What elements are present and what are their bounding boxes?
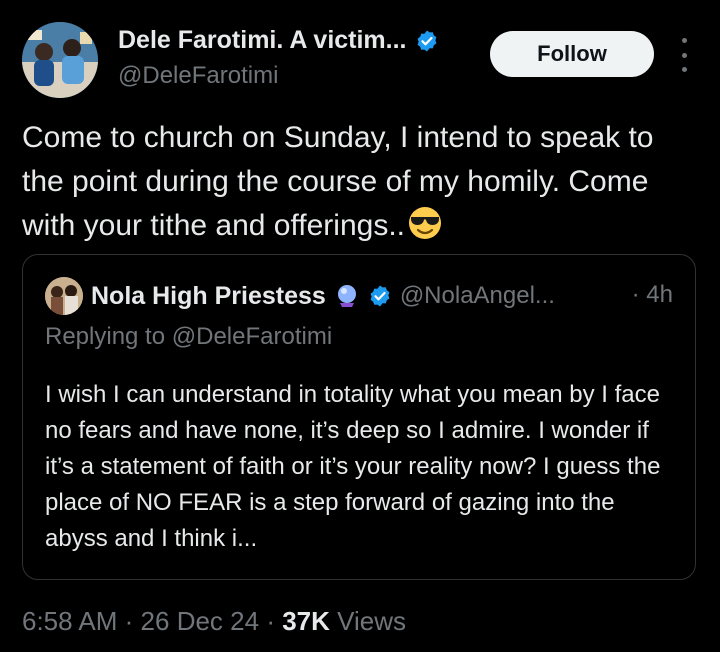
- quoted-author-handle[interactable]: @NolaAngel...: [400, 282, 555, 310]
- quoted-verified-badge-icon[interactable]: [368, 284, 392, 308]
- smiling-face-with-sunglasses-icon: [407, 205, 443, 254]
- author-display-name[interactable]: Dele Farotimi. A victim...: [118, 26, 407, 55]
- meta-separator: ·: [124, 606, 134, 636]
- tweet-header: Dele Farotimi. A victim... @DeleFarotimi…: [22, 22, 698, 98]
- verified-badge-icon[interactable]: [415, 29, 439, 53]
- quoted-tweet[interactable]: Nola High Priestess @NolaAngel... · 4h R…: [22, 254, 696, 580]
- tweet-date[interactable]: 26 Dec 24: [141, 606, 260, 636]
- quoted-author-name[interactable]: Nola High Priestess: [91, 282, 326, 311]
- tweet-body: Come to church on Sunday, I intend to sp…: [22, 121, 654, 242]
- crystal-ball-icon: [334, 283, 360, 309]
- views-count[interactable]: 37K: [282, 606, 330, 636]
- tweet-meta: 6:58 AM · 26 Dec 24 · 37K Views: [22, 606, 406, 637]
- tweet-text: Come to church on Sunday, I intend to sp…: [22, 116, 702, 254]
- follow-button[interactable]: Follow: [490, 31, 654, 77]
- quoted-timestamp[interactable]: · 4h: [632, 281, 673, 309]
- replying-to-prefix: Replying to: [45, 323, 166, 350]
- quoted-tweet-text: I wish I can understand in totality what…: [45, 381, 661, 552]
- tweet-time[interactable]: 6:58 AM: [22, 606, 117, 636]
- author-avatar[interactable]: [22, 22, 98, 98]
- meta-separator: ·: [266, 606, 275, 636]
- replying-to-line: Replying to @DeleFarotimi: [45, 323, 332, 351]
- quoted-author-avatar[interactable]: [45, 277, 83, 315]
- author-handle[interactable]: @DeleFarotimi: [118, 62, 278, 90]
- replying-to-mention[interactable]: @DeleFarotimi: [172, 323, 332, 350]
- views-label: Views: [337, 606, 407, 636]
- more-vertical-icon[interactable]: [672, 38, 696, 72]
